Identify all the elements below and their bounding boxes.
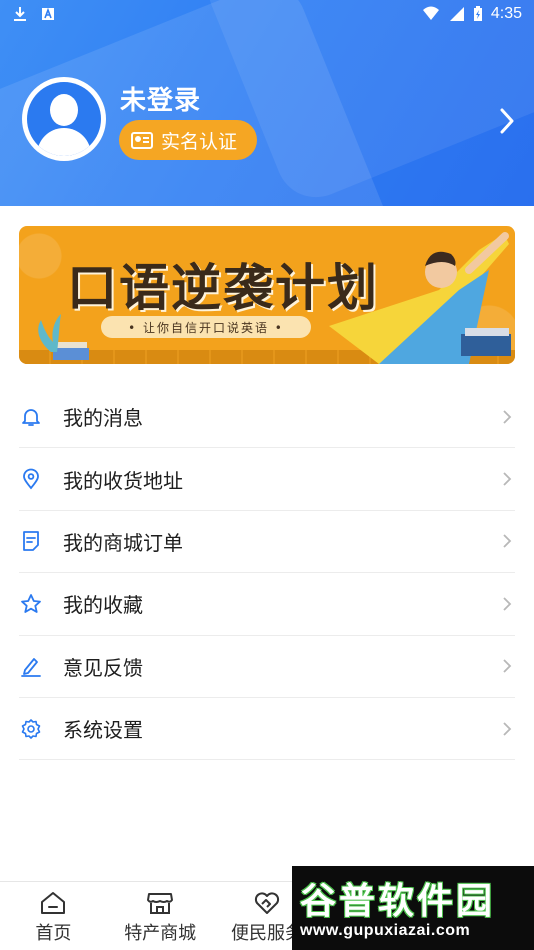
menu-item-shipping-address[interactable]: 我的收货地址 bbox=[19, 448, 515, 511]
download-icon bbox=[14, 7, 26, 21]
verify-button-label: 实名认证 bbox=[161, 130, 238, 153]
menu-item-label: 系统设置 bbox=[63, 718, 143, 743]
chevron-right-icon[interactable] bbox=[496, 106, 518, 136]
menu-item-mall-orders[interactable]: 我的商城订单 bbox=[19, 511, 515, 574]
heart-hands-icon bbox=[254, 892, 280, 914]
home-icon bbox=[41, 892, 66, 914]
star-icon bbox=[21, 593, 41, 613]
edit-pen-icon bbox=[21, 658, 41, 678]
menu-item-label: 我的商城订单 bbox=[63, 530, 183, 555]
avatar[interactable] bbox=[22, 77, 106, 161]
chevron-right-icon bbox=[503, 534, 512, 549]
nav-label: 首页 bbox=[35, 923, 72, 944]
menu-item-label: 意见反馈 bbox=[63, 655, 143, 680]
gear-icon bbox=[21, 718, 41, 739]
promo-banner[interactable]: 口语逆袭计划 • 让你自信开口说英语 • bbox=[19, 226, 515, 364]
chevron-right-icon bbox=[503, 472, 512, 486]
menu-item-favorites[interactable]: 我的收藏 bbox=[19, 573, 515, 636]
store-icon bbox=[147, 893, 174, 914]
settings-menu: 我的消息 我的收货地址 我的商城订单 我的收藏 意见反馈 系统设置 bbox=[19, 386, 515, 761]
profile-header: 4:35 未登录 实名认证 bbox=[0, 0, 534, 206]
username[interactable]: 未登录 bbox=[120, 80, 201, 117]
nav-label: 特产商城 bbox=[124, 923, 197, 944]
nav-specialty-mall[interactable]: 特产商城 bbox=[107, 882, 214, 950]
menu-item-feedback[interactable]: 意见反馈 bbox=[19, 636, 515, 698]
nav-home[interactable]: 首页 bbox=[0, 882, 107, 950]
menu-item-system-settings[interactable]: 系统设置 bbox=[19, 698, 515, 761]
id-card-icon bbox=[131, 131, 153, 149]
status-time: 4:35 bbox=[490, 5, 522, 22]
document-icon bbox=[23, 531, 39, 552]
superhero-illustration bbox=[329, 232, 511, 364]
watermark-title: 谷普软件园 bbox=[300, 881, 496, 922]
chevron-right-icon bbox=[503, 597, 512, 611]
menu-item-label: 我的收货地址 bbox=[63, 468, 183, 493]
menu-item-label: 我的消息 bbox=[63, 406, 143, 431]
site-watermark: 谷普软件园 www.gupuxiazai.com bbox=[292, 866, 534, 950]
menu-item-label: 我的收藏 bbox=[63, 593, 143, 618]
status-bar: 4:35 bbox=[0, 0, 534, 28]
battery-icon bbox=[473, 6, 482, 21]
chevron-right-icon bbox=[503, 722, 512, 736]
app-notification-icon bbox=[42, 7, 54, 20]
menu-item-messages[interactable]: 我的消息 bbox=[19, 386, 515, 449]
banner-subtitle: • 让你自信开口说英语 • bbox=[101, 316, 311, 338]
wifi-icon bbox=[422, 6, 439, 20]
cell-signal-icon bbox=[449, 7, 464, 21]
real-name-verify-button[interactable]: 实名认证 bbox=[119, 120, 257, 160]
bell-icon bbox=[22, 408, 40, 426]
location-pin-icon bbox=[23, 468, 39, 490]
chevron-right-icon bbox=[503, 410, 512, 424]
watermark-url: www.gupuxiazai.com bbox=[300, 922, 471, 939]
default-user-icon bbox=[27, 82, 101, 156]
chevron-right-icon bbox=[503, 659, 512, 673]
